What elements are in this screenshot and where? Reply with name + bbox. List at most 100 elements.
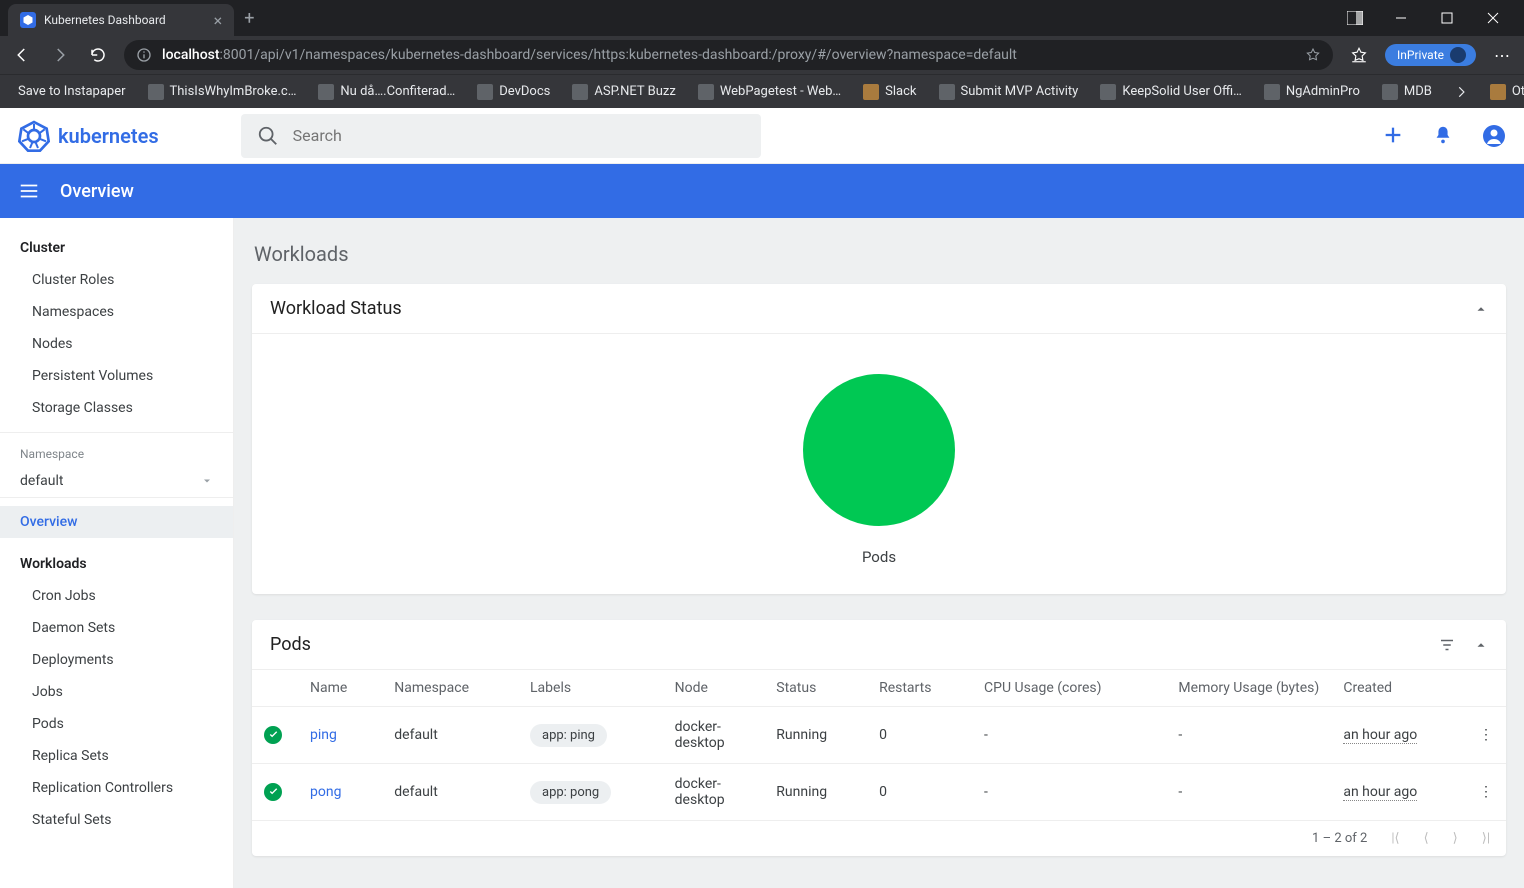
bookmark-icon xyxy=(698,84,714,100)
cell-restarts: 0 xyxy=(867,707,972,764)
card-title: Pods xyxy=(270,634,311,655)
bookmark-item[interactable]: NgAdminPro xyxy=(1256,80,1368,104)
chevron-down-icon xyxy=(201,475,213,487)
sidebar-item[interactable]: Replica Sets xyxy=(0,740,233,772)
label-chip: app: ping xyxy=(530,724,607,747)
create-button[interactable] xyxy=(1382,124,1404,148)
sidebar-item[interactable]: Daemon Sets xyxy=(0,612,233,644)
col-restarts[interactable]: Restarts xyxy=(867,670,972,707)
search-input[interactable] xyxy=(293,126,745,145)
sidebar-item-overview[interactable]: Overview xyxy=(0,506,233,538)
bookmarks-more-icon[interactable] xyxy=(1446,81,1476,103)
workload-status-card: Workload Status Pods xyxy=(252,284,1506,594)
sidebar-item[interactable]: Persistent Volumes xyxy=(0,360,233,392)
more-menu-icon[interactable]: ⋯ xyxy=(1490,46,1514,65)
filter-icon[interactable] xyxy=(1438,636,1456,654)
close-window-button[interactable] xyxy=(1470,2,1516,34)
user-icon[interactable] xyxy=(1482,124,1506,148)
sidebar-item[interactable]: Nodes xyxy=(0,328,233,360)
col-status[interactable]: Status xyxy=(764,670,867,707)
sidebar-item[interactable]: Storage Classes xyxy=(0,392,233,424)
notifications-icon[interactable] xyxy=(1432,124,1454,148)
inprivate-badge[interactable]: InPrivate xyxy=(1385,44,1476,66)
row-menu-icon[interactable]: ⋮ xyxy=(1466,764,1506,821)
namespace-select[interactable]: default xyxy=(0,465,233,498)
cell-created: an hour ago xyxy=(1331,707,1466,764)
page-last-icon[interactable]: ⟩| xyxy=(1482,831,1490,846)
bookmark-item[interactable]: ASP.NET Buzz xyxy=(564,80,683,104)
bookmark-item[interactable]: Save to Instapaper xyxy=(10,80,134,103)
page-first-icon[interactable]: |⟨ xyxy=(1391,831,1399,846)
col-name[interactable]: Name xyxy=(298,670,382,707)
bookmark-icon xyxy=(863,84,879,100)
collapse-icon[interactable] xyxy=(1474,302,1488,316)
bookmark-item[interactable]: Nu då….Confiterad… xyxy=(310,80,463,104)
namespace-value: default xyxy=(20,473,64,489)
favorites-icon[interactable] xyxy=(1347,46,1371,64)
bookmark-icon xyxy=(939,84,955,100)
col-labels[interactable]: Labels xyxy=(518,670,663,707)
col-cpu[interactable]: CPU Usage (cores) xyxy=(972,670,1166,707)
tab-close-icon[interactable]: × xyxy=(214,11,223,30)
status-ok-icon xyxy=(264,726,282,744)
url-input[interactable]: localhost:8001/api/v1/namespaces/kuberne… xyxy=(124,40,1333,70)
sidebar-item[interactable]: Cluster Roles xyxy=(0,264,233,296)
bookmark-item[interactable]: DevDocs xyxy=(469,80,558,104)
star-outline-icon[interactable] xyxy=(1305,47,1321,63)
sidebar-item[interactable]: Stateful Sets xyxy=(0,804,233,836)
pods-table: Name Namespace Labels Node Status Restar… xyxy=(252,670,1506,820)
tab-title: Kubernetes Dashboard xyxy=(44,13,166,27)
col-node[interactable]: Node xyxy=(663,670,765,707)
sidebar-item[interactable]: Jobs xyxy=(0,676,233,708)
cell-node: docker-desktop xyxy=(663,707,765,764)
kubernetes-logo[interactable]: kubernetes xyxy=(18,120,159,152)
col-created[interactable]: Created xyxy=(1331,670,1466,707)
folder-icon xyxy=(1490,84,1506,100)
reader-icon[interactable] xyxy=(1332,2,1378,34)
browser-tab[interactable]: Kubernetes Dashboard × xyxy=(8,4,234,36)
sidebar-item[interactable]: Cron Jobs xyxy=(0,580,233,612)
status-ok-icon xyxy=(264,783,282,801)
namespace-label: Namespace xyxy=(0,432,233,465)
other-favorites[interactable]: Other favorites xyxy=(1482,80,1524,104)
bookmark-item[interactable]: WebPagetest - Web… xyxy=(690,80,849,104)
cell-mem: - xyxy=(1166,764,1331,821)
sidebar-group-cluster[interactable]: Cluster xyxy=(0,232,233,264)
site-info-icon[interactable] xyxy=(136,47,152,63)
main-content: Workloads Workload Status Pods Pods xyxy=(234,218,1524,888)
bookmark-item[interactable]: MDB xyxy=(1374,80,1440,104)
col-mem[interactable]: Memory Usage (bytes) xyxy=(1166,670,1331,707)
search-box[interactable] xyxy=(241,114,761,158)
sidebar-item[interactable]: Deployments xyxy=(0,644,233,676)
sidebar-item[interactable]: Pods xyxy=(0,708,233,740)
cell-restarts: 0 xyxy=(867,764,972,821)
pods-card: Pods Name Namespace Labels Node Status R… xyxy=(252,620,1506,856)
bookmark-item[interactable]: Submit MVP Activity xyxy=(931,80,1087,104)
table-footer: 1 – 2 of 2 |⟨ ⟨ ⟩ ⟩| xyxy=(252,820,1506,856)
bookmark-item[interactable]: ThisIsWhyImBroke.c… xyxy=(140,80,305,104)
menu-toggle-icon[interactable] xyxy=(18,180,40,202)
page-next-icon[interactable]: ⟩ xyxy=(1453,831,1458,846)
cell-cpu: - xyxy=(972,764,1166,821)
pod-link[interactable]: pong xyxy=(310,784,341,800)
sidebar-item[interactable]: Replication Controllers xyxy=(0,772,233,804)
sidebar-group-workloads[interactable]: Workloads xyxy=(0,548,233,580)
cell-node: docker-desktop xyxy=(663,764,765,821)
tab-favicon-icon xyxy=(20,12,36,28)
bookmark-item[interactable]: KeepSolid User Offi… xyxy=(1092,80,1250,104)
back-button[interactable] xyxy=(10,46,34,64)
sidebar-item[interactable]: Namespaces xyxy=(0,296,233,328)
maximize-button[interactable] xyxy=(1424,2,1470,34)
bookmark-icon xyxy=(1382,84,1398,100)
forward-button[interactable] xyxy=(48,46,72,64)
minimize-button[interactable] xyxy=(1378,2,1424,34)
pod-link[interactable]: ping xyxy=(310,727,337,743)
collapse-icon[interactable] xyxy=(1474,638,1488,652)
refresh-button[interactable] xyxy=(86,46,110,64)
new-tab-button[interactable]: + xyxy=(244,8,254,29)
row-menu-icon[interactable]: ⋮ xyxy=(1466,707,1506,764)
bookmark-item[interactable]: Slack xyxy=(855,80,924,104)
page-prev-icon[interactable]: ⟨ xyxy=(1424,831,1429,846)
col-namespace[interactable]: Namespace xyxy=(382,670,518,707)
cell-mem: - xyxy=(1166,707,1331,764)
